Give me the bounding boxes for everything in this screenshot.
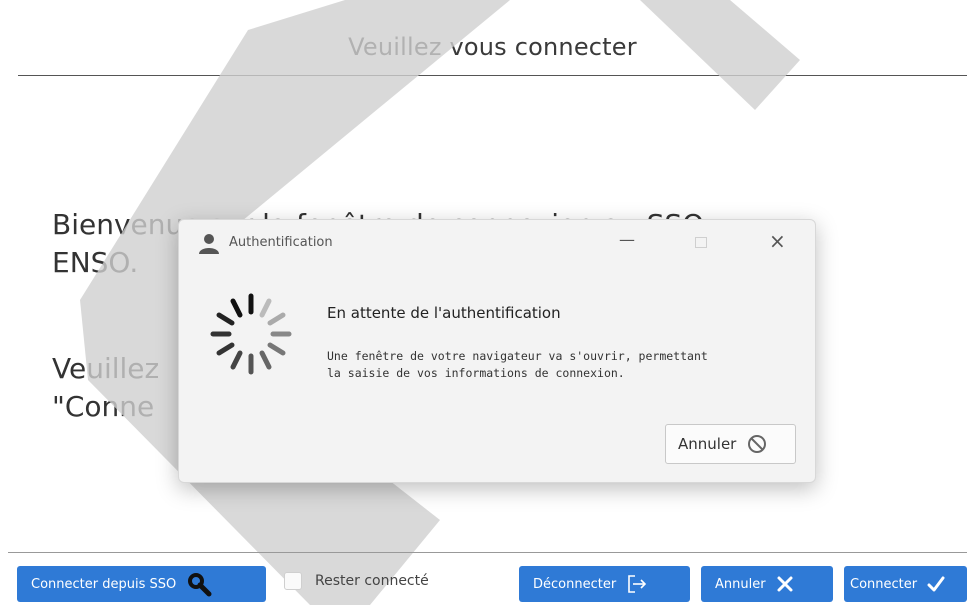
dialog-cancel-button[interactable]: Annuler [665, 424, 796, 464]
dialog-message: Une fenêtre de votre navigateur va s'ouv… [327, 348, 708, 382]
search-icon [186, 571, 212, 597]
header-bar: Veuillez vous connecter [18, 0, 967, 76]
cancel-circle-icon [746, 433, 768, 455]
dialog-titlebar[interactable]: Authentification — × [179, 220, 815, 264]
instruction-line-1: Veuillez [52, 352, 160, 385]
maximize-icon[interactable] [695, 237, 707, 248]
close-icon[interactable]: × [769, 229, 786, 253]
remember-label: Rester connecté [315, 573, 429, 589]
dialog-title: Authentification [229, 235, 333, 250]
sso-connect-label: Connecter depuis SSO [31, 576, 177, 592]
instruction-line-2: "Conne [52, 390, 155, 423]
connect-label: Connecter [850, 576, 918, 592]
instruction-text: Veuillez "Conne [52, 350, 159, 426]
disconnect-label: Déconnecter [533, 576, 617, 592]
close-x-icon [776, 575, 794, 593]
remember-checkbox[interactable] [284, 572, 302, 590]
page-title: Veuillez vous connecter [348, 33, 637, 61]
cancel-button[interactable]: Annuler [701, 566, 833, 602]
dialog-heading: En attente de l'authentification [327, 304, 561, 322]
cancel-label: Annuler [715, 576, 766, 592]
sso-connect-button[interactable]: Connecter depuis SSO [17, 566, 266, 602]
minimize-icon[interactable]: — [619, 230, 635, 249]
logout-icon [626, 573, 648, 595]
footer-divider [8, 552, 967, 553]
dialog-message-line-2: la saisie de vos informations de connexi… [327, 366, 625, 380]
spinner-icon [199, 282, 303, 390]
auth-dialog: Authentification — × En attente de l'aut… [178, 219, 816, 483]
dialog-cancel-label: Annuler [678, 435, 737, 453]
disconnect-button[interactable]: Déconnecter [519, 566, 690, 602]
remember-me[interactable]: Rester connecté [284, 572, 429, 590]
dialog-message-line-1: Une fenêtre de votre navigateur va s'ouv… [327, 349, 708, 363]
check-icon [927, 575, 945, 593]
user-icon [197, 232, 221, 260]
connect-button[interactable]: Connecter [844, 566, 967, 602]
